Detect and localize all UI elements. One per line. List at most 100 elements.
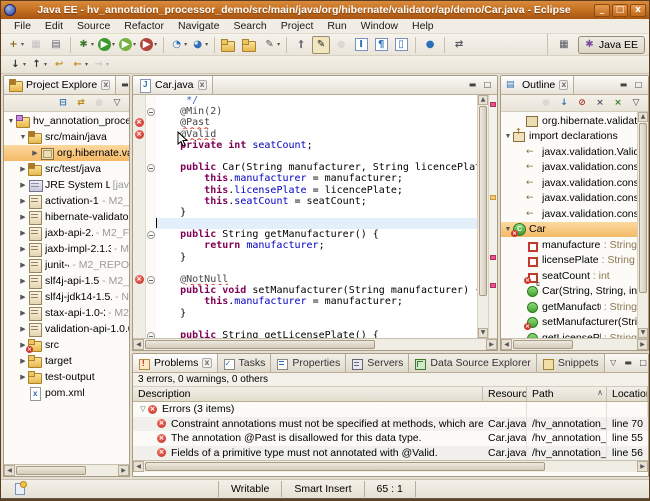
code-line[interactable]: public Car(String manufacturer, String l… [133, 162, 477, 173]
next-annotation-button[interactable]: ↓▾ [8, 56, 27, 74]
tree-item-hibernate-validator-4-0[interactable]: ▶hibernate-validator-4.0 [4, 209, 129, 225]
tab-servers[interactable]: Servers [346, 354, 409, 372]
tree-item-target[interactable]: ▶target [4, 353, 129, 369]
menu-project[interactable]: Project [274, 20, 321, 32]
scroll-up-icon[interactable]: ▲ [638, 112, 648, 122]
expander-icon[interactable]: ▶ [18, 245, 28, 253]
outline-item-car-string-string-int-[interactable]: Car(String, String, int) [501, 284, 637, 300]
menu-search[interactable]: Search [226, 20, 273, 32]
code-line[interactable]: this.seatCount = seatCount; [133, 196, 477, 207]
tree-item-src-test-java[interactable]: ▶src/test/java [4, 161, 129, 177]
debug-button[interactable]: ✱▾ [76, 36, 95, 54]
expander-icon[interactable]: ▶ [18, 213, 28, 221]
tree-item-jaxb-api-2-1-jar[interactable]: ▶jaxb-api-2.1.jar- M2_F [4, 225, 129, 241]
close-icon[interactable]: x [101, 80, 110, 90]
menu-file[interactable]: File [7, 20, 38, 32]
expander-icon[interactable]: ▶ [18, 309, 28, 317]
minimize-view-icon[interactable]: ▬ [622, 358, 635, 369]
expander-icon[interactable]: ▶ [18, 373, 28, 381]
outline-item-javax-validation-constr[interactable]: javax.validation.constr [501, 206, 637, 222]
expander-icon[interactable]: ▼ [6, 118, 16, 125]
outline-hscrollbar[interactable]: ◀ ▶ [501, 338, 648, 350]
outline-item-import-declarations[interactable]: ▼import declarations [501, 129, 637, 145]
error-icon[interactable]: × [135, 275, 144, 284]
view-menu-button[interactable]: ▽ [109, 96, 125, 111]
code-line[interactable]: this.manufacturer = manufacturer; [133, 296, 477, 307]
scroll-right-icon[interactable]: ▶ [637, 461, 648, 472]
maximize-view-icon[interactable]: □ [637, 358, 649, 369]
collapse-all-button[interactable]: ⊟ [55, 96, 71, 111]
dropdown-arrow-icon[interactable]: ▾ [85, 61, 88, 68]
outline-item-manufacturer[interactable]: manufacturer : String [501, 237, 637, 253]
outline-item-javax-validation-constr[interactable]: javax.validation.constr [501, 191, 637, 207]
collapse-icon[interactable] [147, 164, 155, 172]
project-explorer-hscrollbar[interactable]: ◀ ▶ [4, 464, 129, 476]
dropdown-arrow-icon[interactable]: ▾ [154, 41, 157, 48]
tree-item-pom-xml[interactable]: pom.xml [4, 385, 129, 401]
outline-item-seatcount[interactable]: ×seatCount : int [501, 268, 637, 284]
collapse-icon[interactable] [147, 276, 155, 284]
dropdown-arrow-icon[interactable]: ▾ [91, 41, 94, 48]
scroll-right-icon[interactable]: ▶ [118, 465, 129, 476]
expander-icon[interactable]: ▶ [18, 197, 28, 205]
code-line[interactable]: } [133, 252, 477, 263]
menu-source[interactable]: Source [70, 20, 117, 32]
error-marker[interactable] [490, 255, 496, 260]
code-line[interactable] [133, 151, 477, 162]
expander-icon[interactable]: ▽ [138, 405, 148, 413]
code-line[interactable]: public void setManufacturer(String manuf… [133, 285, 477, 296]
tree-item-hv-annotation-processor-demo[interactable]: ▼hv_annotation_processor_demo [4, 113, 129, 129]
tab-properties[interactable]: Properties [271, 354, 346, 372]
close-icon[interactable]: x [198, 80, 207, 90]
scroll-down-icon[interactable]: ▼ [478, 328, 488, 338]
open-web-browser-button[interactable]: ● [421, 36, 439, 54]
code-line[interactable] [133, 319, 477, 330]
code-line[interactable]: this.manufacturer = manufacturer; [133, 173, 477, 184]
minimize-view-icon[interactable]: ▬ [617, 80, 630, 91]
error-icon[interactable]: × [135, 118, 144, 127]
outline-item-getmanufacturer-[interactable]: getManufacturer() : String [501, 299, 637, 315]
editor-hscrollbar[interactable]: ◀ ▶ [133, 338, 497, 350]
tree-item-validation-api-1-0-0-ga[interactable]: ▶validation-api-1.0.0.GA [4, 321, 129, 337]
code-line[interactable]: return manufacturer; [133, 240, 477, 251]
fold-marker[interactable] [146, 330, 156, 338]
expander-icon[interactable]: ▶ [18, 293, 28, 301]
search-button[interactable]: ✎▾ [262, 36, 281, 54]
last-edit-location-button[interactable]: ↩ [50, 56, 68, 74]
error-icon[interactable]: × [135, 130, 144, 139]
minimize-view-icon[interactable]: ▬ [118, 80, 130, 91]
code-line[interactable]: @Min(2) [133, 106, 477, 117]
problems-group-row[interactable]: ▽×Errors (3 items) [133, 402, 648, 417]
problem-row[interactable]: ×Constraint annotations must not be spec… [133, 417, 648, 432]
title-bar[interactable]: Java EE - hv_annotation_processor_demo/s… [1, 1, 649, 19]
tab-snippets[interactable]: Snippets [537, 354, 605, 372]
minimize-button[interactable]: _ [594, 4, 610, 17]
error-annotation-gutter[interactable]: × [133, 274, 146, 285]
scroll-left-icon[interactable]: ◀ [4, 465, 15, 476]
run-as-button[interactable]: ▶▾ [118, 36, 137, 54]
expander-icon[interactable]: ▶ [30, 149, 40, 157]
expander-icon[interactable]: ▶ [18, 229, 28, 237]
fold-marker[interactable] [146, 274, 156, 285]
tree-item-org-hibernate-validator[interactable]: ▶org.hibernate.validator [4, 145, 129, 161]
close-icon[interactable]: x [202, 358, 211, 368]
outline-vscrollbar[interactable]: ▲ ▼ [637, 112, 648, 338]
tree-item-src[interactable]: ▶×src [4, 337, 129, 353]
fold-marker[interactable] [146, 229, 156, 240]
tree-item-slf4j-api-1-5-6-jar[interactable]: ▶slf4j-api-1.5.6.jar- M2_ [4, 273, 129, 289]
fold-marker[interactable] [146, 106, 156, 117]
open-resource-button[interactable] [241, 36, 260, 54]
scroll-right-icon[interactable]: ▶ [637, 339, 648, 350]
view-menu-icon[interactable]: ▽ [607, 358, 620, 369]
dropdown-arrow-icon[interactable]: ▾ [44, 61, 47, 68]
code-line[interactable]: × @Past [133, 117, 477, 128]
outline-item-javax-validation-constr[interactable]: javax.validation.constr [501, 160, 637, 176]
dropdown-arrow-icon[interactable]: ▾ [205, 41, 208, 48]
hide-non-public-button[interactable]: × [610, 96, 626, 111]
close-button[interactable]: x [630, 4, 646, 17]
scroll-right-icon[interactable]: ▶ [486, 339, 497, 350]
column-header-location[interactable]: Location [607, 387, 648, 401]
hide-static-button[interactable]: × [592, 96, 608, 111]
tab-data-source-explorer[interactable]: Data Source Explorer [409, 354, 536, 372]
scroll-up-icon[interactable]: ▲ [478, 95, 488, 105]
